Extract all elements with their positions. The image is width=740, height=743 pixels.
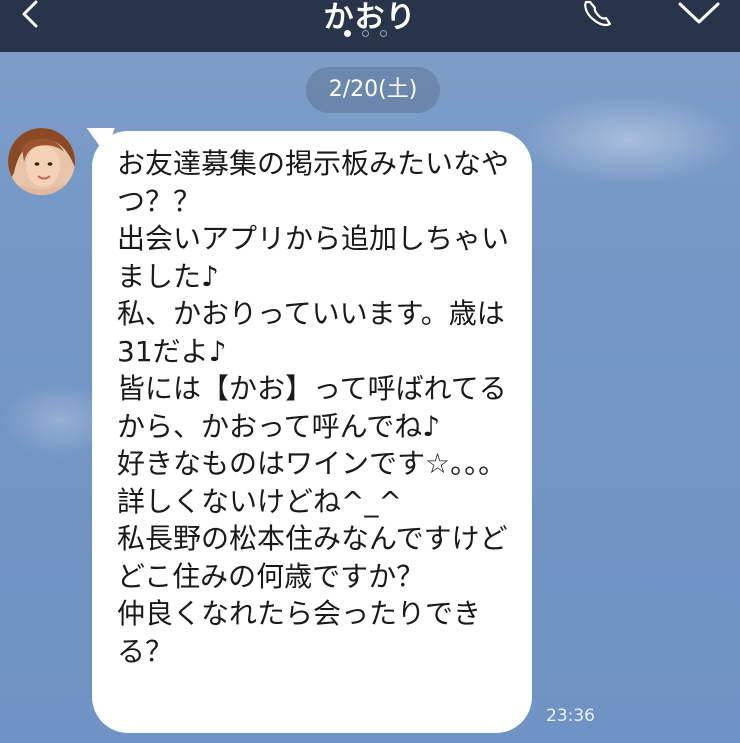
message-timestamp: 23:36 — [546, 706, 595, 726]
message-text: お友達募集の掲示板みたいなやつ？？ 出会いアプリから追加しちゃいました♪ 私、か… — [117, 147, 510, 668]
chat-header: かおり — [0, 0, 740, 52]
date-separator: 2/20(土) — [306, 67, 440, 113]
background-cloud — [520, 95, 740, 185]
page-dot — [362, 30, 369, 37]
avatar-photo — [8, 128, 75, 195]
message-bubble[interactable]: お友達募集の掲示板みたいなやつ？？ 出会いアプリから追加しちゃいました♪ 私、か… — [92, 131, 532, 733]
chevron-down-icon[interactable] — [676, 0, 722, 26]
avatar[interactable] — [8, 128, 75, 195]
page-dot — [380, 30, 387, 37]
phone-icon[interactable] — [578, 0, 624, 28]
page-indicator — [344, 30, 387, 37]
page-dot-active — [344, 30, 351, 37]
